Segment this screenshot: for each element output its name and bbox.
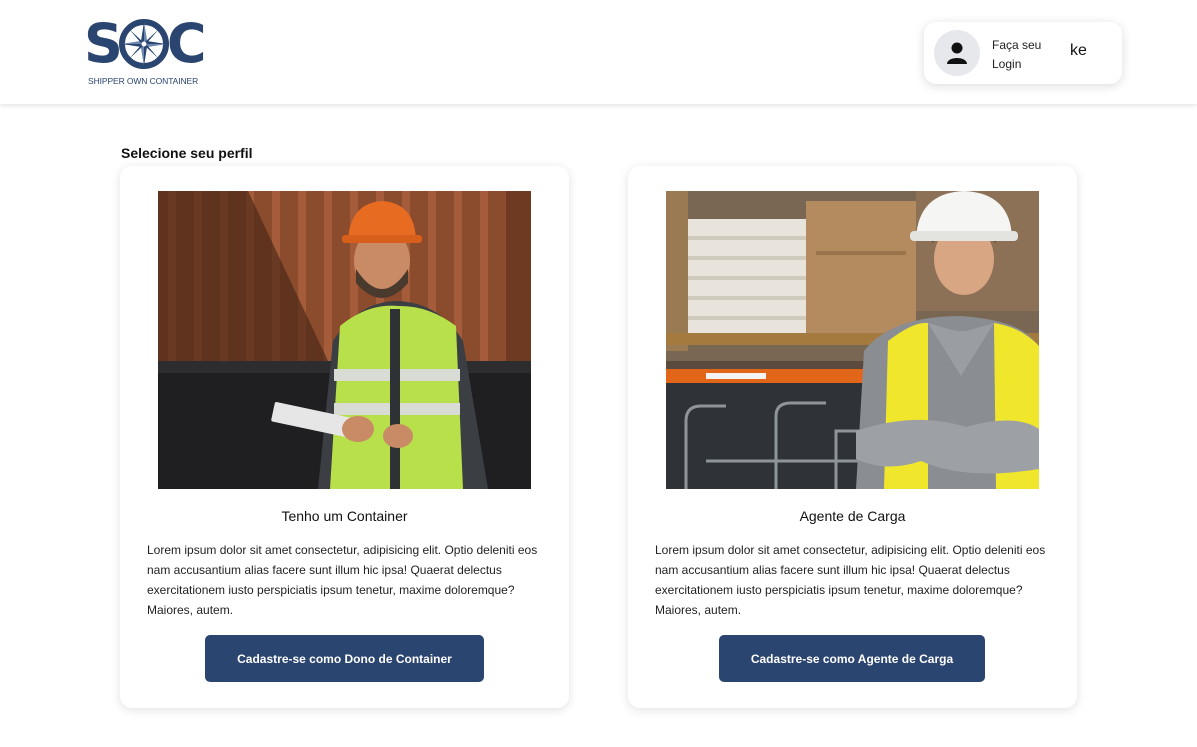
soc-logo[interactable]: S C SHIPPER OWN CONTAINER: [84, 14, 208, 90]
card-title: Tenho um Container: [281, 508, 408, 524]
top-header: S C SHIPPER OWN CONTAINER Faça seu Login…: [0, 0, 1197, 104]
logo-tagline: SHIPPER OWN CONTAINER: [88, 76, 199, 86]
cargo-agent-photo: [666, 191, 1039, 489]
user-icon: [947, 42, 967, 64]
profile-card-container-owner: Tenho um Container Lorem ipsum dolor sit…: [120, 166, 569, 708]
logo-letter-s: S: [84, 12, 123, 75]
card-title: Agente de Carga: [799, 508, 906, 524]
login-link[interactable]: Faça seu Login: [992, 36, 1041, 74]
compass-icon: [118, 19, 169, 69]
login-line-1: Faça seu: [992, 38, 1042, 52]
page-title: Selecione seu perfil: [121, 145, 253, 161]
container-owner-photo: [158, 191, 531, 489]
card-description: Lorem ipsum dolor sit amet consectetur, …: [655, 543, 1046, 617]
profile-card-cargo-agent: Agente de Carga Lorem ipsum dolor sit am…: [628, 166, 1077, 708]
register-container-owner-button[interactable]: Cadastre-se como Dono de Container: [205, 635, 484, 682]
card-description: Lorem ipsum dolor sit amet consectetur, …: [147, 543, 538, 617]
logo-letter-c: C: [166, 12, 207, 75]
login-card[interactable]: Faça seu Login ke: [924, 22, 1122, 84]
login-line-2: Login: [992, 57, 1022, 71]
register-cargo-agent-button[interactable]: Cadastre-se como Agente de Carga: [719, 635, 985, 682]
user-name: ke: [1070, 42, 1087, 59]
avatar[interactable]: [934, 30, 980, 76]
